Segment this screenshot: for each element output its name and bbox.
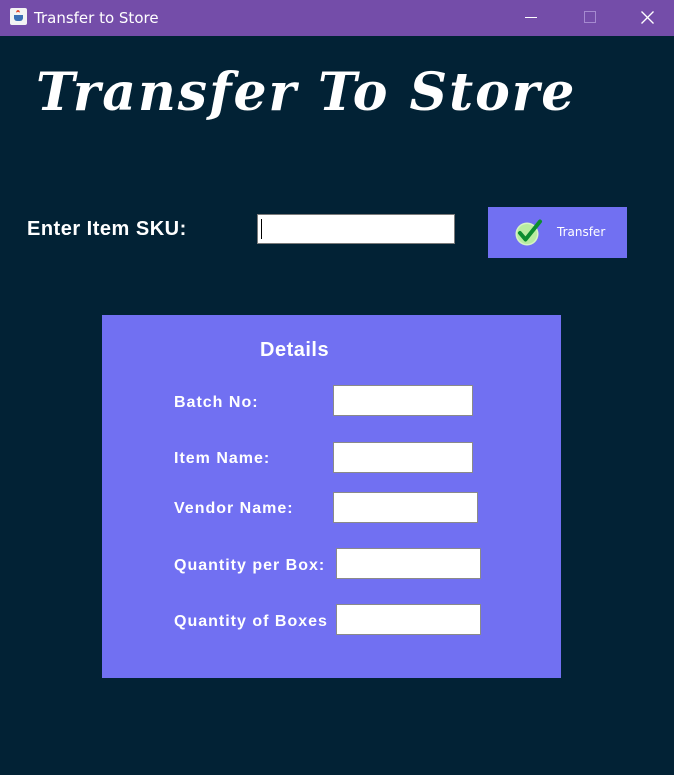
text-caret [261,219,262,239]
quantity-of-boxes-input[interactable] [336,604,481,635]
details-panel: Details Batch No: Item Name: Vendor Name… [102,315,561,678]
item-name-label: Item Name: [174,450,271,467]
transfer-button-label: Transfer [557,225,606,239]
close-icon [641,11,654,24]
vendor-name-label: Vendor Name: [174,500,294,517]
java-cup-icon [10,8,27,25]
green-check-icon [515,219,542,246]
batch-no-label: Batch No: [174,394,259,411]
vendor-name-input[interactable] [333,492,478,523]
title-bar[interactable]: Transfer to Store [0,0,674,36]
minimize-button[interactable] [502,0,560,36]
maximize-button[interactable] [560,0,618,36]
window-title: Transfer to Store [34,9,159,27]
page-heading: Transfer To Store [36,62,577,123]
sku-label: Enter Item SKU: [27,218,187,240]
close-button[interactable] [618,0,674,36]
item-name-input[interactable] [333,442,473,473]
sku-input[interactable] [257,214,455,244]
batch-no-input[interactable] [333,385,473,416]
quantity-of-boxes-label: Quantity of Boxes [174,613,328,630]
maximize-icon [584,11,596,23]
details-title: Details [260,339,330,361]
quantity-per-box-input[interactable] [336,548,481,579]
minimize-icon [525,17,537,18]
transfer-window: Transfer to Store Transfer To Store Ente… [0,0,674,775]
quantity-per-box-label: Quantity per Box: [174,557,326,574]
transfer-button[interactable]: Transfer [488,207,627,258]
